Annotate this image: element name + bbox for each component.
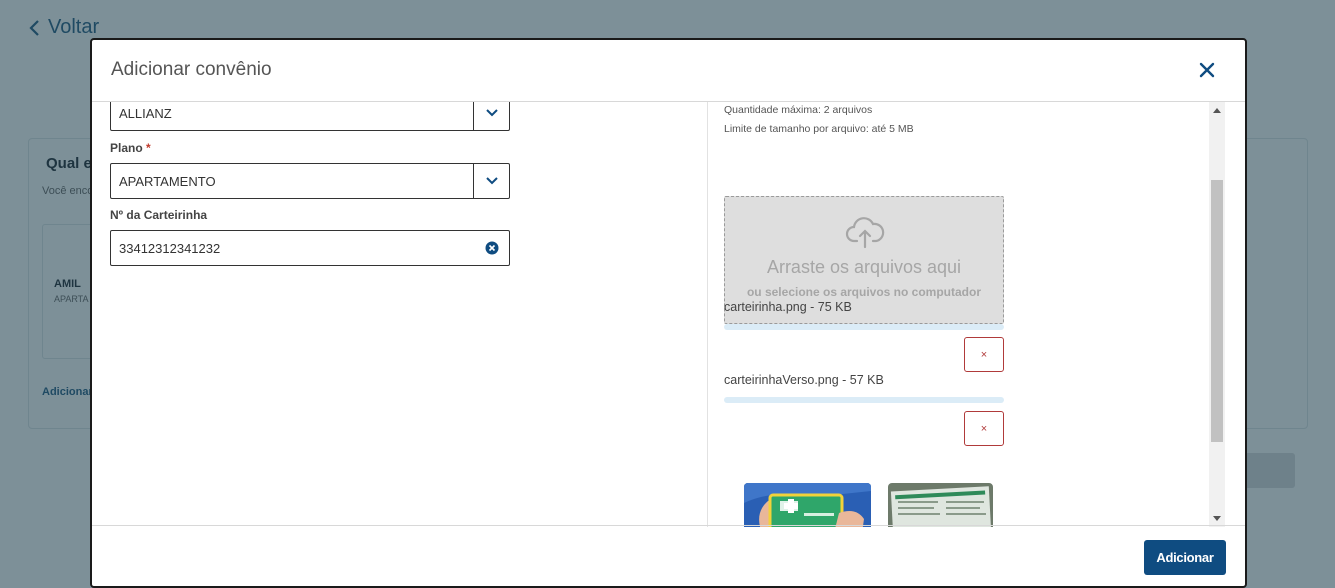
file-preview-thumbnail[interactable] (888, 483, 993, 527)
chevron-down-icon (485, 109, 498, 117)
chevron-down-icon (485, 177, 498, 185)
file-name: carteirinha.png - 75 KB (724, 300, 852, 314)
back-link[interactable]: Voltar (28, 16, 99, 39)
plan-label-text: Plano (110, 141, 143, 155)
background-card-subtitle: Você enco (42, 185, 94, 197)
background-button (1240, 453, 1295, 488)
file-progress-bar (724, 397, 1004, 403)
add-insurance-modal: Adicionar convênio ALLIANZ Plano * APART… (90, 38, 1247, 588)
insurer-select[interactable]: ALLIANZ (110, 102, 510, 131)
card-number-value: 33412312341232 (119, 241, 221, 256)
submit-button[interactable]: Adicionar (1144, 540, 1226, 575)
card-number-input[interactable]: 33412312341232 (110, 230, 510, 266)
scrollbar[interactable] (1209, 102, 1225, 527)
clear-input-icon[interactable] (485, 241, 499, 255)
scroll-up-arrow[interactable] (1213, 108, 1221, 113)
file-preview-thumbnail[interactable] (744, 483, 871, 527)
modal-title: Adicionar convênio (111, 59, 272, 80)
upload-column: Quantidade máxima: 2 arquivos Limite de … (709, 102, 1229, 527)
card-back-image (888, 483, 993, 527)
remove-icon: × (980, 422, 988, 435)
cloud-upload-icon (845, 217, 885, 249)
max-files-hint: Quantidade máxima: 2 arquivos (724, 104, 873, 116)
plan-select-toggle[interactable] (473, 164, 509, 198)
remove-file-button[interactable]: × (964, 411, 1004, 446)
background-plan-type: APARTA (54, 294, 89, 304)
background-card-title: Qual e (46, 155, 92, 172)
dropzone-subtitle[interactable]: ou selecione os arquivos no computador (725, 285, 1003, 299)
plan-label: Plano * (110, 141, 151, 155)
scrollbar-thumb[interactable] (1211, 180, 1223, 442)
card-number-label: Nº da Carteirinha (110, 208, 208, 222)
modal-header: Adicionar convênio (92, 40, 1245, 102)
plan-select-value: APARTAMENTO (119, 174, 216, 189)
background-add-link: Adicionar (42, 386, 93, 398)
insurer-select-toggle[interactable] (473, 102, 509, 130)
modal-footer: Adicionar (92, 525, 1245, 586)
scroll-down-arrow[interactable] (1213, 516, 1221, 521)
close-icon[interactable] (1197, 60, 1217, 80)
dropzone-title: Arraste os arquivos aqui (766, 257, 962, 277)
form-column: ALLIANZ Plano * APARTAMENTO Nº da Cartei… (92, 102, 708, 527)
chevron-left-icon (29, 19, 39, 36)
required-mark: * (146, 141, 151, 155)
modal-body: ALLIANZ Plano * APARTAMENTO Nº da Cartei… (92, 102, 1245, 527)
remove-icon: × (980, 348, 988, 361)
remove-file-button[interactable]: × (964, 337, 1004, 372)
plan-select[interactable]: APARTAMENTO (110, 163, 510, 199)
file-progress-bar (724, 324, 1004, 330)
background-plan-name: AMIL (54, 278, 81, 290)
file-name: carteirinhaVerso.png - 57 KB (724, 373, 884, 387)
card-front-image (744, 483, 871, 527)
back-label: Voltar (48, 16, 100, 38)
size-limit-hint: Limite de tamanho por arquivo: até 5 MB (724, 123, 914, 135)
insurer-select-value: ALLIANZ (119, 106, 172, 121)
